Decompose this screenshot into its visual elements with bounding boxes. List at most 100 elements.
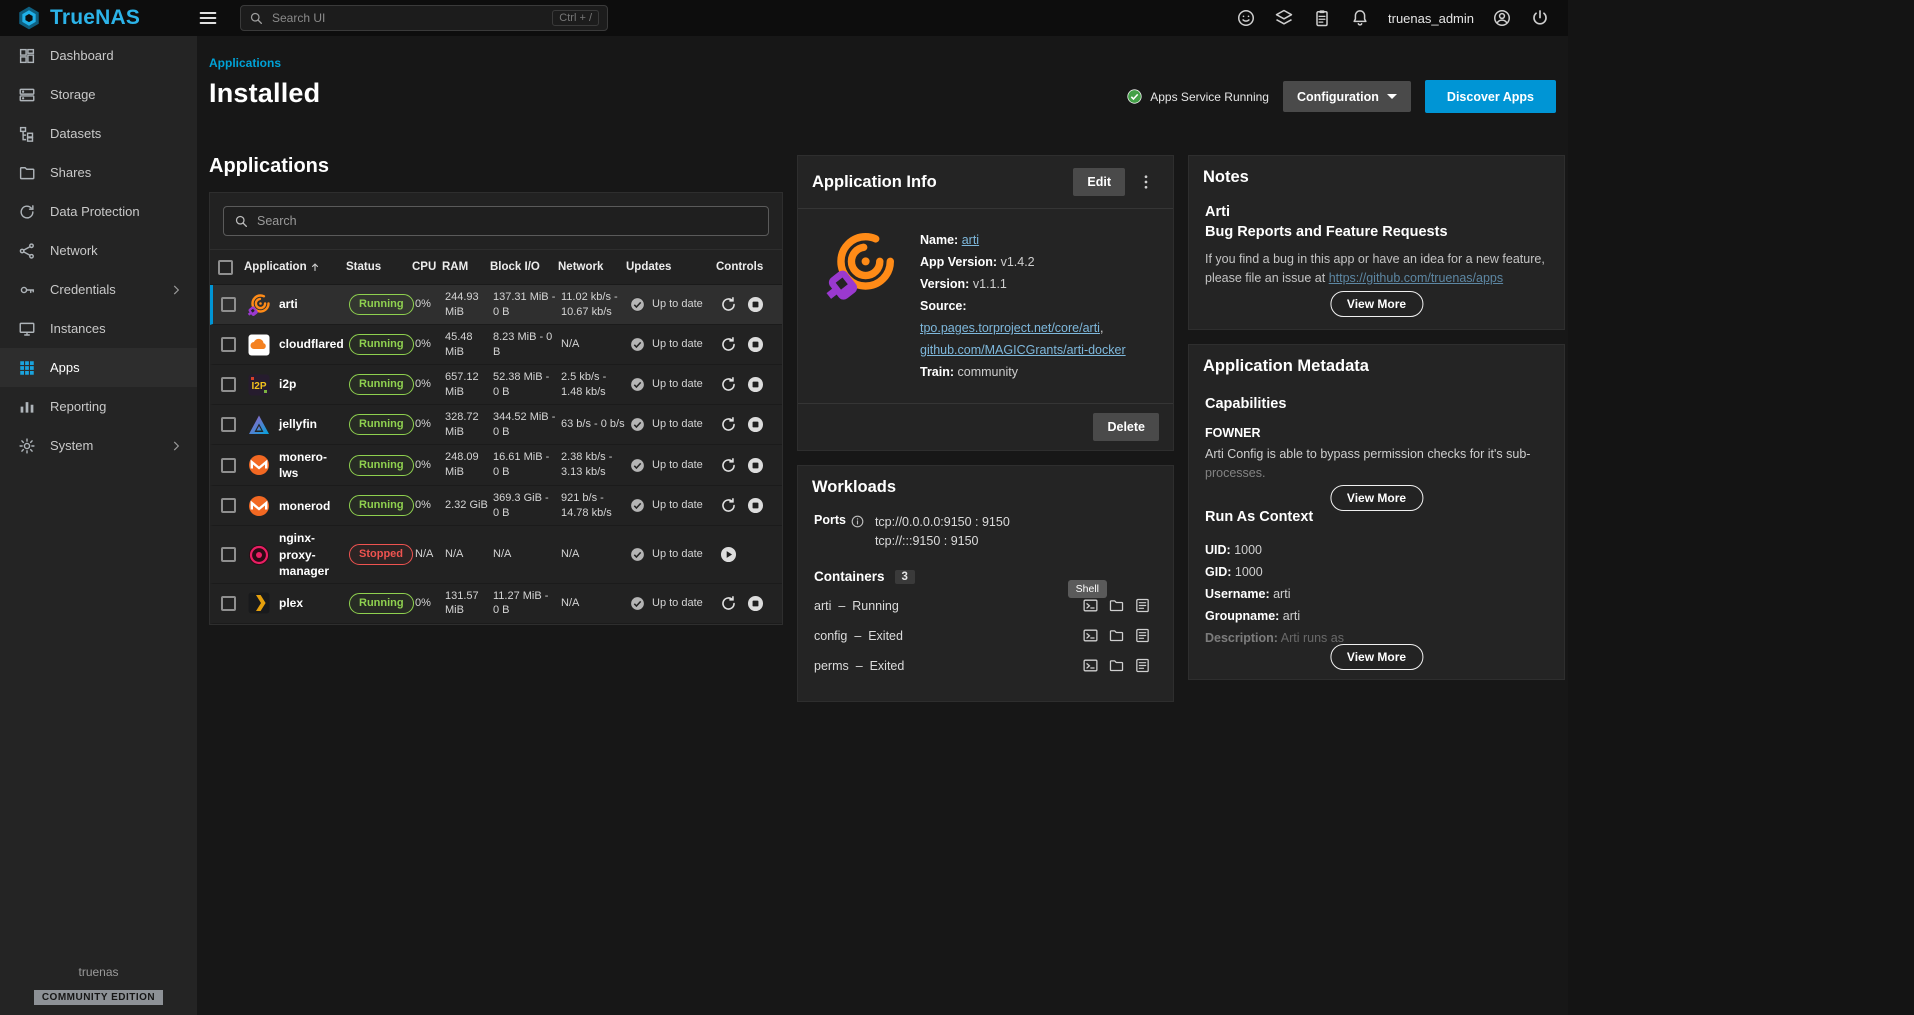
sidebar-item-apps[interactable]: Apps — [0, 348, 197, 387]
sidebar-item-instances[interactable]: Instances — [0, 309, 197, 348]
column-header-application[interactable]: Application — [244, 261, 346, 273]
capabilities-view-more-button[interactable]: View More — [1330, 485, 1423, 511]
apps-search[interactable] — [223, 206, 769, 236]
breadcrumb-applications[interactable]: Applications — [209, 56, 281, 70]
restart-app-button[interactable] — [719, 295, 738, 314]
source-link-github[interactable]: github.com/MAGICGrants/arti-docker — [920, 343, 1126, 357]
sidebar-item-dashboard[interactable]: Dashboard — [0, 36, 197, 75]
column-header-ram[interactable]: RAM — [442, 261, 490, 273]
username-label: truenas_admin — [1388, 11, 1474, 26]
row-checkbox[interactable] — [221, 458, 236, 473]
blockio-value: 52.38 MiB - 0 B — [493, 370, 561, 400]
sidebar-item-system[interactable]: System — [0, 426, 197, 465]
bell-icon — [1350, 8, 1370, 28]
sidebar-item-network[interactable]: Network — [0, 231, 197, 270]
table-row-cloudflared[interactable]: cloudflared Running 0% 45.48 MiB 8.23 Mi… — [210, 325, 782, 365]
configuration-button[interactable]: Configuration — [1283, 81, 1411, 112]
row-checkbox[interactable] — [221, 337, 236, 352]
container-volumes-button[interactable] — [1108, 597, 1125, 614]
container-shell-button[interactable] — [1082, 597, 1099, 614]
notes-view-more-button[interactable]: View More — [1330, 291, 1423, 317]
jobs-button[interactable] — [1308, 4, 1336, 32]
global-search[interactable]: Ctrl + / — [240, 5, 608, 31]
row-checkbox[interactable] — [221, 547, 236, 562]
container-volumes-button[interactable] — [1108, 657, 1125, 674]
run-as-view-more-button[interactable]: View More — [1330, 644, 1423, 670]
stop-app-button[interactable] — [746, 375, 765, 394]
stop-app-button[interactable] — [746, 594, 765, 613]
monerod-app-icon — [247, 494, 271, 518]
table-row-arti[interactable]: arti Running 0% 244.93 MiB 137.31 MiB - … — [210, 285, 782, 325]
stop-app-button[interactable] — [746, 415, 765, 434]
start-app-button[interactable] — [719, 545, 738, 564]
alerts-button[interactable] — [1346, 4, 1374, 32]
row-checkbox[interactable] — [221, 596, 236, 611]
up-to-date-icon — [629, 595, 646, 612]
feedback-button[interactable] — [1232, 4, 1260, 32]
restart-app-button[interactable] — [719, 415, 738, 434]
cpu-value: 0% — [415, 458, 445, 473]
restart-app-button[interactable] — [719, 375, 738, 394]
sidebar-item-shares[interactable]: Shares — [0, 153, 197, 192]
stop-app-button[interactable] — [746, 496, 765, 515]
restart-app-button[interactable] — [719, 496, 738, 515]
checkup-button[interactable] — [1270, 4, 1298, 32]
app-info-menu-button[interactable] — [1133, 169, 1159, 195]
cpu-value: N/A — [415, 547, 445, 562]
row-checkbox[interactable] — [221, 377, 236, 392]
user-icon — [1492, 8, 1512, 28]
column-header-network[interactable]: Network — [558, 261, 626, 273]
sidebar-item-reporting[interactable]: Reporting — [0, 387, 197, 426]
power-button[interactable] — [1526, 4, 1554, 32]
container-shell-button[interactable] — [1082, 657, 1099, 674]
sidebar-item-storage[interactable]: Storage — [0, 75, 197, 114]
restart-app-button[interactable] — [719, 594, 738, 613]
sidebar-item-datasets[interactable]: Datasets — [0, 114, 197, 153]
ram-value: 2.32 GiB — [445, 498, 493, 513]
table-row-jellyfin[interactable]: jellyfin Running 0% 328.72 MiB 344.52 Mi… — [210, 405, 782, 445]
row-checkbox[interactable] — [221, 498, 236, 513]
stop-app-button[interactable] — [746, 456, 765, 475]
restart-app-button[interactable] — [719, 456, 738, 475]
truenas-logo[interactable]: TrueNAS — [16, 5, 176, 31]
delete-app-button[interactable]: Delete — [1093, 413, 1159, 441]
user-menu-button[interactable] — [1488, 4, 1516, 32]
row-checkbox[interactable] — [221, 297, 236, 312]
table-row-monerod[interactable]: monerod Running 0% 2.32 GiB 369.3 GiB - … — [210, 486, 782, 526]
logs-icon — [1134, 597, 1151, 614]
table-row-nginx-proxy-manager[interactable]: nginx-proxy-manager Stopped N/A N/A N/A … — [210, 526, 782, 584]
stop-app-button[interactable] — [746, 295, 765, 314]
ram-value: 45.48 MiB — [445, 330, 493, 360]
table-row-i2p[interactable]: I2Pi2p Running 0% 657.12 MiB 52.38 MiB -… — [210, 365, 782, 405]
discover-apps-button[interactable]: Discover Apps — [1425, 80, 1556, 113]
container-shell-button[interactable] — [1082, 627, 1099, 644]
column-header-blockio[interactable]: Block I/O — [490, 261, 558, 273]
menu-toggle-button[interactable] — [194, 4, 222, 32]
table-row-plex[interactable]: plex Running 0% 131.57 MiB 11.27 MiB - 0… — [210, 584, 782, 624]
cpu-value: 0% — [415, 498, 445, 513]
container-volumes-button[interactable] — [1108, 627, 1125, 644]
restart-icon — [719, 335, 738, 354]
stop-app-button[interactable] — [746, 335, 765, 354]
sidebar-item-label: Datasets — [50, 126, 101, 141]
app-name-link[interactable]: arti — [962, 233, 979, 247]
info-icon[interactable] — [850, 514, 865, 529]
row-checkbox[interactable] — [221, 417, 236, 432]
column-header-updates[interactable]: Updates — [626, 261, 716, 273]
container-logs-button[interactable] — [1134, 597, 1151, 614]
sidebar-item-credentials[interactable]: Credentials — [0, 270, 197, 309]
issue-url-link[interactable]: https://github.com/truenas/apps — [1329, 271, 1503, 285]
sidebar-item-data-protection[interactable]: Data Protection — [0, 192, 197, 231]
sidebar-item-label: Storage — [50, 87, 96, 102]
container-logs-button[interactable] — [1134, 627, 1151, 644]
global-search-input[interactable] — [272, 11, 544, 25]
table-row-monero-lws[interactable]: monero-lws Running 0% 248.09 MiB 16.61 M… — [210, 445, 782, 486]
container-logs-button[interactable] — [1134, 657, 1151, 674]
restart-app-button[interactable] — [719, 335, 738, 354]
select-all-checkbox[interactable] — [218, 260, 233, 275]
apps-search-input[interactable] — [257, 214, 758, 228]
column-header-status[interactable]: Status — [346, 261, 412, 273]
source-link-torproject[interactable]: tpo.pages.torproject.net/core/arti — [920, 321, 1100, 335]
edit-app-button[interactable]: Edit — [1073, 168, 1125, 196]
column-header-cpu[interactable]: CPU — [412, 261, 442, 273]
